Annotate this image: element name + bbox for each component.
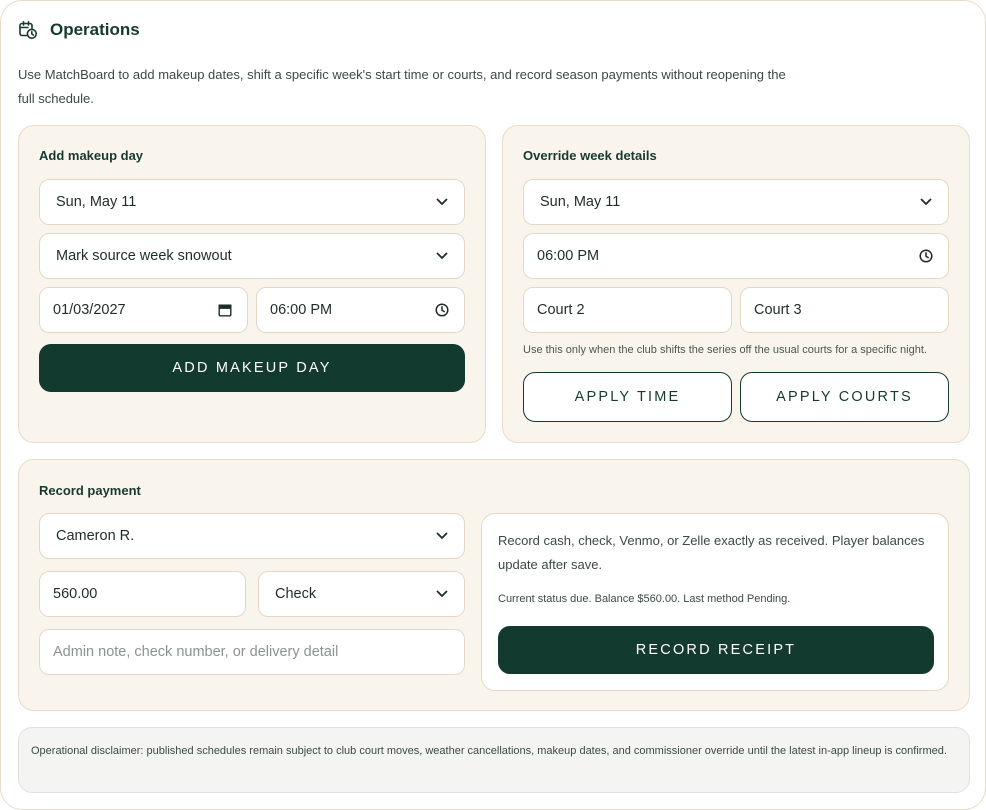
calendar-icon[interactable] (217, 302, 233, 318)
override-week-value: Sun, May 11 (540, 194, 621, 210)
payment-status-text: Current status due. Balance $560.00. Las… (498, 593, 791, 605)
override-time-input[interactable]: 06:00 PM (523, 233, 949, 279)
record-payment-card: Record payment Cameron R. 560.00 Check A… (18, 459, 970, 711)
override-week-select[interactable]: Sun, May 11 (523, 179, 949, 225)
makeup-week-select[interactable]: Sun, May 11 (39, 179, 465, 225)
makeup-action-select[interactable]: Mark source week snowout (39, 233, 465, 279)
panel-header: Operations (18, 20, 140, 40)
payment-amount-input[interactable]: 560.00 (39, 571, 246, 617)
chevron-down-icon (434, 194, 450, 210)
makeup-day-title: Add makeup day (39, 148, 144, 163)
override-week-card: Override week details Sun, May 11 06:00 … (502, 125, 970, 443)
override-week-title: Override week details (523, 148, 657, 163)
courts-hint: Use this only when the club shifts the s… (523, 344, 927, 356)
chevron-down-icon (434, 248, 450, 264)
clock-icon[interactable] (918, 248, 934, 264)
court-primary-input[interactable]: Court 2 (523, 287, 732, 333)
admin-note-input[interactable]: Admin note, check number, or delivery de… (39, 629, 465, 675)
operational-disclaimer: Operational disclaimer: published schedu… (18, 727, 970, 793)
court-secondary-value: Court 3 (754, 302, 802, 318)
admin-note-placeholder: Admin note, check number, or delivery de… (53, 644, 339, 660)
record-receipt-button[interactable]: RECORD RECEIPT (498, 626, 934, 674)
makeup-date-input[interactable]: 01/03/2027 (39, 287, 248, 333)
player-select[interactable]: Cameron R. (39, 513, 465, 559)
makeup-week-value: Sun, May 11 (56, 194, 137, 210)
intro-text: Use MatchBoard to add makeup dates, shif… (18, 67, 786, 106)
player-select-value: Cameron R. (56, 528, 135, 544)
chevron-down-icon (434, 586, 450, 602)
makeup-time-value: 06:00 PM (270, 302, 333, 318)
makeup-time-input[interactable]: 06:00 PM (256, 287, 465, 333)
makeup-day-card: Add makeup day Sun, May 11 Mark source w… (18, 125, 486, 443)
makeup-action-value: Mark source week snowout (56, 248, 232, 264)
calendar-clock-icon (18, 20, 38, 40)
court-primary-value: Court 2 (537, 302, 585, 318)
page-title: Operations (50, 20, 140, 39)
court-secondary-input[interactable]: Court 3 (740, 287, 949, 333)
record-payment-title: Record payment (39, 483, 141, 498)
payment-amount-value: 560.00 (53, 586, 98, 602)
apply-time-button[interactable]: APPLY TIME (523, 372, 732, 422)
payment-method-select[interactable]: Check (258, 571, 465, 617)
operations-panel: Operations Use MatchBoard to add makeup … (0, 0, 986, 810)
payment-method-value: Check (275, 586, 317, 602)
payment-info-text: Record cash, check, Venmo, or Zelle exac… (498, 533, 925, 572)
override-time-value: 06:00 PM (537, 248, 600, 264)
add-makeup-day-button[interactable]: ADD MAKEUP DAY (39, 344, 465, 392)
chevron-down-icon (434, 528, 450, 544)
chevron-down-icon (918, 194, 934, 210)
clock-icon[interactable] (434, 302, 450, 318)
payment-info-panel: Record cash, check, Venmo, or Zelle exac… (481, 513, 949, 691)
apply-courts-button[interactable]: APPLY COURTS (740, 372, 949, 422)
makeup-date-value: 01/03/2027 (53, 302, 126, 318)
